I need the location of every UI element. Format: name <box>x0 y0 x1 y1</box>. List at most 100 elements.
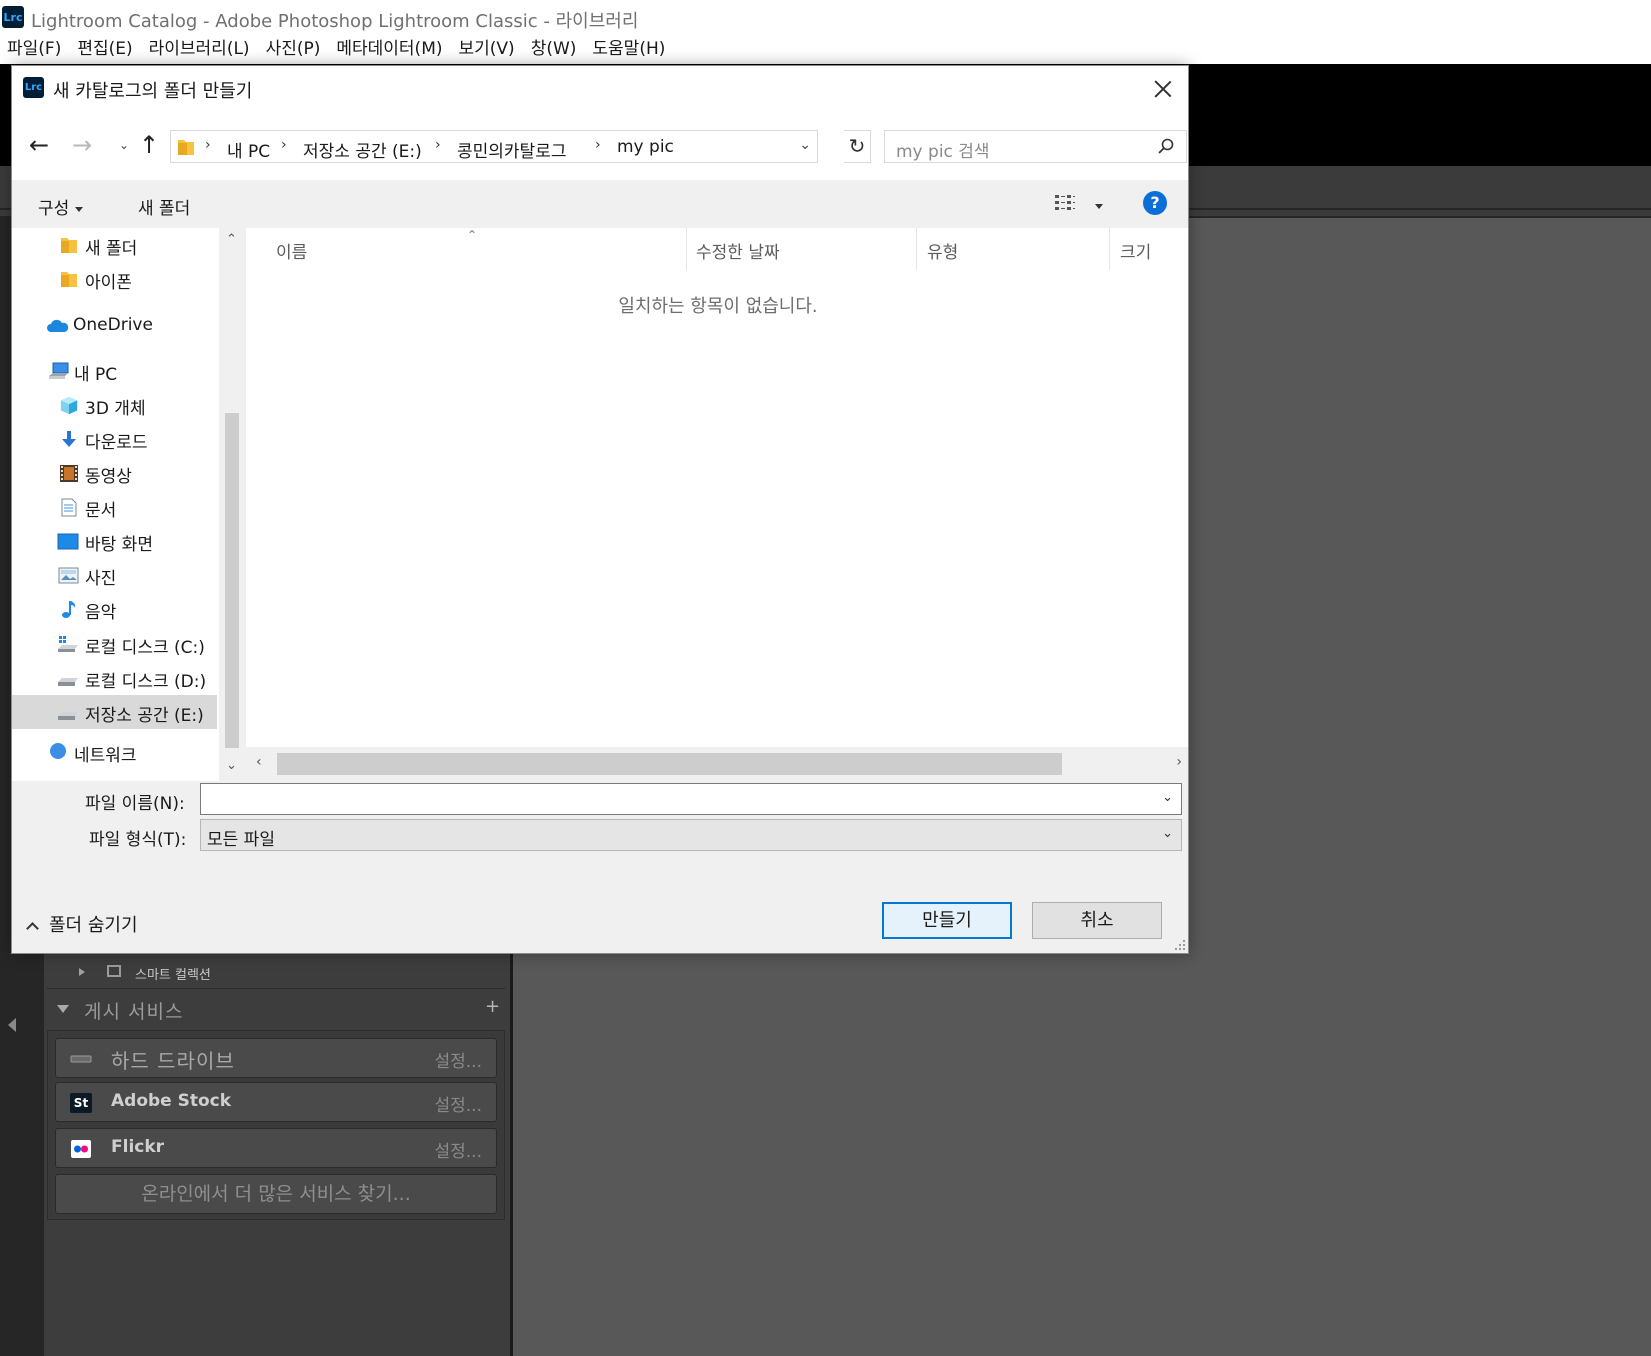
collapse-triangle-icon[interactable] <box>57 1005 69 1013</box>
service-flickr[interactable]: Flickr 설정... <box>55 1128 497 1168</box>
tree-item-label: 새 폴더 <box>85 239 138 259</box>
menu-metadata[interactable]: 메타데이터(M) <box>336 34 442 64</box>
lightroom-logo-icon: Lrc <box>23 77 44 98</box>
breadcrumb-drive-e[interactable]: 저장소 공간 (E:) <box>303 137 422 162</box>
address-dropdown-chevron-icon[interactable]: ⌄ <box>799 137 811 153</box>
adobe-stock-icon: St <box>70 1093 92 1113</box>
find-more-services-button[interactable]: 온라인에서 더 많은 서비스 찾기... <box>55 1174 497 1214</box>
tree-item-drive-c[interactable]: 로컬 디스크 (C:) <box>12 627 217 661</box>
breadcrumb-my-pic[interactable]: my pic <box>617 137 674 157</box>
folder-icon <box>178 140 194 155</box>
column-header-date-modified[interactable]: 수정한 날짜 <box>696 238 780 263</box>
up-arrow-icon[interactable]: ↑ <box>134 130 164 160</box>
breadcrumb-chevron-icon[interactable]: › <box>435 137 441 153</box>
breadcrumb-catalog-folder[interactable]: 콩민의카탈로그 <box>457 137 566 162</box>
search-icon[interactable] <box>1158 138 1174 154</box>
smart-collection-icon <box>107 965 121 977</box>
service-settings-link[interactable]: 설정... <box>435 1091 483 1116</box>
menu-edit[interactable]: 편집(E) <box>77 34 132 64</box>
drive-icon <box>58 712 78 720</box>
scroll-up-icon[interactable]: ⌃ <box>226 232 237 247</box>
download-icon <box>62 431 76 447</box>
tree-item-videos[interactable]: 동영상 <box>12 456 217 490</box>
tree-item-downloads[interactable]: 다운로드 <box>12 422 217 456</box>
new-folder-button[interactable]: 새 폴더 <box>138 194 190 219</box>
column-separator[interactable] <box>1109 228 1110 270</box>
menu-help[interactable]: 도움말(H) <box>592 34 665 64</box>
menu-photo[interactable]: 사진(P) <box>266 34 321 64</box>
panel-collapse-arrow-icon[interactable] <box>8 1018 16 1032</box>
recent-locations-chevron-icon[interactable]: ⌄ <box>116 130 132 160</box>
tree-item-label: 로컬 디스크 (C:) <box>85 638 205 658</box>
filetype-select[interactable]: 모든 파일 ⌄ <box>200 819 1182 851</box>
app-titlebar: Lrc Lightroom Catalog - Adobe Photoshop … <box>0 0 1651 34</box>
service-name: Adobe Stock <box>111 1091 232 1111</box>
chevron-down-icon[interactable]: ⌄ <box>1162 790 1173 805</box>
tree-item-label: OneDrive <box>73 315 153 335</box>
expand-triangle-icon[interactable] <box>79 968 85 976</box>
tree-item-documents[interactable]: 문서 <box>12 490 217 524</box>
column-separator[interactable] <box>686 228 687 270</box>
tree-item-iphone[interactable]: 아이폰 <box>12 262 217 296</box>
resize-grip-icon[interactable] <box>1174 939 1186 951</box>
menu-view[interactable]: 보기(V) <box>459 34 515 64</box>
forward-arrow-icon[interactable]: → <box>67 130 97 160</box>
navigation-scrollbar[interactable]: ⌃ ⌄ <box>219 228 246 781</box>
view-options-caret-icon[interactable] <box>1095 204 1103 209</box>
tree-item-music[interactable]: 음악 <box>12 592 217 626</box>
help-icon[interactable]: ? <box>1143 191 1167 215</box>
scrollbar-thumb[interactable] <box>277 753 1062 775</box>
column-header-size[interactable]: 크기 <box>1120 238 1151 263</box>
document-icon <box>61 498 77 517</box>
smart-collection-row[interactable]: 스마트 컬렉션 <box>47 955 505 989</box>
back-arrow-icon[interactable]: ← <box>24 130 54 160</box>
menu-file[interactable]: 파일(F) <box>7 34 61 64</box>
file-list-horizontal-scrollbar[interactable]: ‹ › <box>246 747 1188 781</box>
dialog-title: 새 카탈로그의 폴더 만들기 <box>53 81 253 102</box>
tree-item-new-folder[interactable]: 새 폴더 <box>12 228 217 262</box>
menu-window[interactable]: 창(W) <box>531 34 577 64</box>
address-bar[interactable]: › 내 PC › 저장소 공간 (E:) › 콩민의카탈로그 › my pic … <box>170 130 818 163</box>
sort-ascending-icon: ⌃ <box>467 228 478 242</box>
service-settings-link[interactable]: 설정... <box>435 1047 483 1072</box>
tree-item-drive-d[interactable]: 로컬 디스크 (D:) <box>12 661 217 695</box>
column-header-type[interactable]: 유형 <box>927 238 958 263</box>
organize-menu-button[interactable]: 구성 <box>38 194 84 219</box>
scroll-left-icon[interactable]: ‹ <box>256 754 262 770</box>
menu-library[interactable]: 라이브러리(L) <box>149 34 250 64</box>
tree-item-desktop[interactable]: 바탕 화면 <box>12 524 217 558</box>
tree-item-my-pc[interactable]: 내 PC <box>12 354 217 388</box>
filename-combobox[interactable]: ⌄ <box>200 783 1182 815</box>
scrollbar-thumb[interactable] <box>225 413 239 748</box>
tree-item-3d-objects[interactable]: 3D 개체 <box>12 388 217 422</box>
cancel-button[interactable]: 취소 <box>1032 902 1162 939</box>
column-separator[interactable] <box>916 228 917 270</box>
scroll-down-icon[interactable]: ⌄ <box>226 758 237 773</box>
refresh-icon[interactable]: ↻ <box>844 130 871 163</box>
chevron-down-icon[interactable]: ⌄ <box>1162 826 1173 841</box>
video-icon <box>60 465 78 482</box>
column-header-name[interactable]: 이름 <box>276 238 307 263</box>
service-settings-link[interactable]: 설정... <box>435 1137 483 1162</box>
filename-label: 파일 이름(N): <box>85 794 185 814</box>
create-button[interactable]: 만들기 <box>882 902 1012 939</box>
tree-item-label: 내 PC <box>74 365 118 385</box>
drive-icon <box>58 678 78 686</box>
service-adobe-stock[interactable]: St Adobe Stock 설정... <box>55 1082 497 1122</box>
scroll-right-icon[interactable]: › <box>1176 754 1182 770</box>
view-options-icon[interactable] <box>1054 194 1076 212</box>
search-input[interactable]: my pic 검색 <box>884 130 1187 163</box>
breadcrumb-chevron-icon[interactable]: › <box>281 137 287 153</box>
tree-item-drive-e[interactable]: 저장소 공간 (E:) <box>12 695 217 729</box>
tree-item-onedrive[interactable]: OneDrive <box>12 309 217 343</box>
hide-folders-toggle[interactable]: 폴더 숨기기 <box>25 911 138 937</box>
breadcrumb-my-pc[interactable]: 내 PC <box>227 137 270 162</box>
tree-item-pictures[interactable]: 사진 <box>12 558 217 592</box>
publish-services-header[interactable]: 게시 서비스 + <box>47 993 505 1025</box>
service-hard-drive[interactable]: 하드 드라이브 설정... <box>55 1038 497 1078</box>
breadcrumb-chevron-icon[interactable]: › <box>595 137 601 153</box>
breadcrumb-chevron-icon[interactable]: › <box>205 137 211 153</box>
close-icon[interactable] <box>1146 72 1180 106</box>
tree-item-network[interactable]: 네트워크 <box>12 731 217 766</box>
add-service-icon[interactable]: + <box>485 996 500 1017</box>
